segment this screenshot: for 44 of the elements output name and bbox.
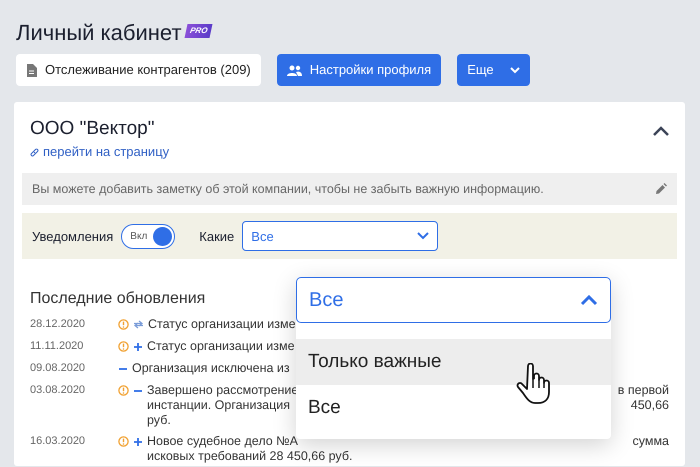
update-date: 09.08.2020	[30, 360, 86, 376]
update-date: 16.03.2020	[30, 434, 86, 449]
update-date: 03.08.2020	[30, 382, 86, 398]
plus-icon	[133, 436, 143, 447]
more-button[interactable]: Еще	[457, 54, 530, 86]
chevron-icon	[580, 294, 598, 306]
update-text: Статус организации изме	[147, 338, 295, 354]
tracking-button[interactable]: Отслеживание контрагентов (209)	[16, 54, 261, 86]
page-title: Личный кабинет	[16, 20, 182, 46]
update-text: 450,66	[630, 398, 669, 413]
chevron-down-icon	[510, 66, 520, 74]
dropdown-option[interactable]: Только важные	[296, 339, 611, 385]
filter-label: Какие	[199, 228, 234, 246]
document-icon	[26, 64, 37, 77]
chevron-down-icon	[417, 232, 430, 240]
note-field[interactable]: Вы можете добавить заметку об этой компании, чтобы не забыть важную информацию.	[22, 172, 677, 206]
pro-badge: PRO	[184, 24, 212, 38]
update-text: сумма	[632, 434, 669, 449]
update-text: исковых требований 28 450,66 руб.	[147, 448, 352, 464]
profile-settings-button[interactable]: Настройки профиля	[276, 54, 442, 86]
update-text: руб.	[147, 412, 171, 428]
hand-cursor-icon	[516, 363, 552, 405]
company-page-link[interactable]: перейти на страницу	[30, 142, 170, 162]
update-text: Новое судебное дело №А	[147, 434, 298, 449]
update-text: Завершено рассмотрение	[147, 382, 298, 398]
section-title: Последние обновления	[30, 289, 206, 309]
notifications-toggle[interactable]: Вкл	[121, 224, 176, 249]
transfer-icon	[133, 320, 144, 330]
update-date: 28.12.2020	[30, 316, 86, 332]
update-text: в первой	[618, 382, 669, 398]
collapse-icon[interactable]	[653, 126, 669, 136]
people-icon	[286, 64, 302, 76]
company-name: ООО "Вектор"	[30, 118, 156, 141]
pencil-icon[interactable]	[655, 183, 667, 196]
filter-select[interactable]: Все	[242, 221, 438, 252]
update-text: Статус организации изме	[148, 316, 296, 332]
update-date: 11.11.2020	[30, 338, 84, 354]
update-text: инстанции. Организация	[147, 398, 290, 413]
notifications-label: Уведомления	[32, 228, 114, 246]
plus-icon	[133, 342, 143, 352]
dropdown-option[interactable]: Все	[296, 385, 611, 431]
update-text: Организация исключена из	[132, 360, 290, 376]
dropdown-select[interactable]: Все	[296, 277, 611, 323]
link-icon	[30, 148, 39, 157]
